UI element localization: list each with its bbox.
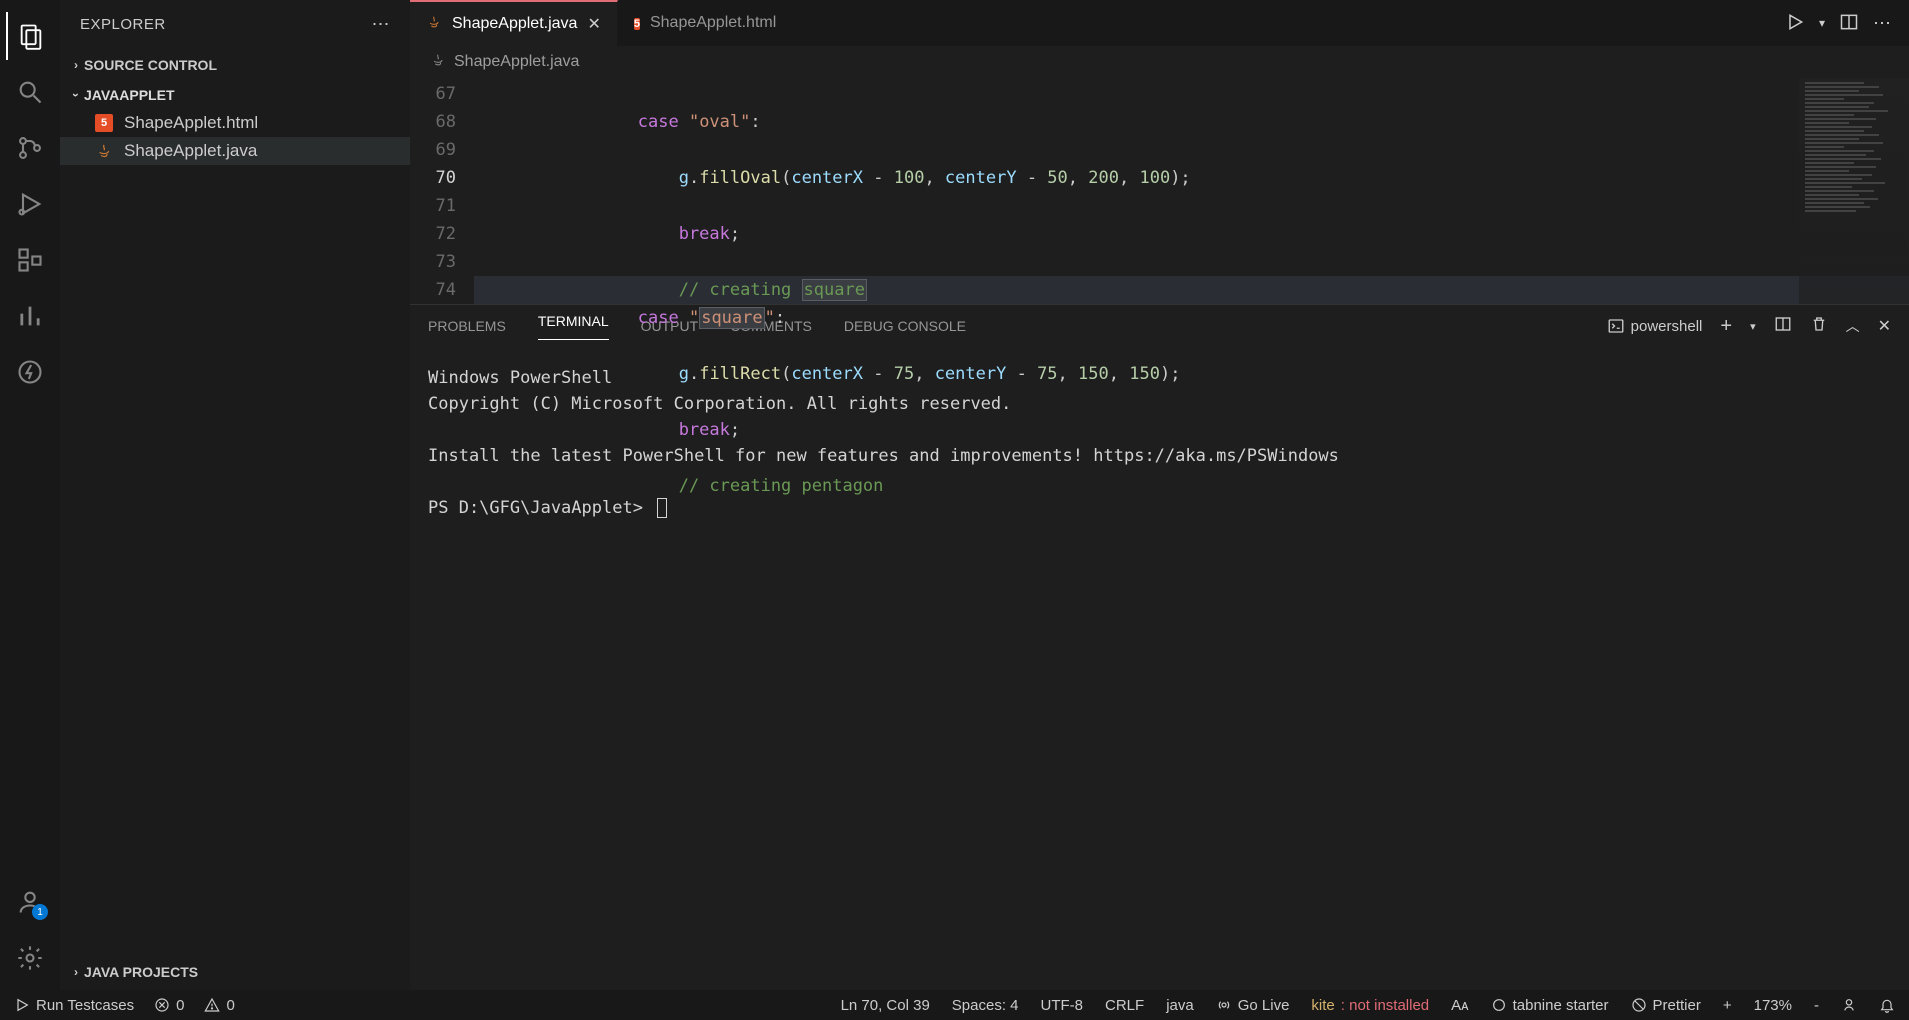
gutter: 67 68 69 70 71 72 73 74: [410, 78, 474, 304]
split-editor-icon[interactable]: [1839, 12, 1859, 35]
extensions-icon[interactable]: [6, 236, 54, 284]
chevron-down-icon: ›: [69, 93, 83, 97]
zoom-in[interactable]: +: [1723, 997, 1732, 1014]
explorer-more-icon[interactable]: ⋯: [372, 14, 391, 35]
activity-bar: 1: [0, 0, 60, 990]
tab-label: ShapeApplet.java: [452, 15, 577, 33]
kite-status[interactable]: kite: not installed: [1311, 997, 1429, 1014]
tab-shapeapplet-java[interactable]: ShapeApplet.java ✕: [410, 0, 618, 46]
accounts-icon[interactable]: 1: [6, 878, 54, 926]
minimap[interactable]: [1799, 78, 1909, 304]
html5-icon: 5: [634, 14, 640, 33]
java-icon: [426, 14, 442, 35]
chevron-right-icon: ›: [74, 965, 78, 979]
java-icon: [94, 141, 114, 161]
folder-row[interactable]: › JAVAAPPLET: [60, 81, 410, 109]
java-icon: [430, 52, 446, 73]
source-control-section[interactable]: › SOURCE CONTROL: [60, 49, 410, 81]
tabnine-status[interactable]: tabnine starter: [1491, 997, 1609, 1014]
graph-icon[interactable]: [6, 292, 54, 340]
encoding[interactable]: UTF-8: [1041, 997, 1084, 1014]
html5-icon: 5: [94, 113, 114, 133]
breadcrumb[interactable]: ShapeApplet.java: [410, 46, 1909, 78]
zoom-level[interactable]: 173%: [1754, 997, 1792, 1014]
close-icon[interactable]: ✕: [587, 14, 600, 34]
eol[interactable]: CRLF: [1105, 997, 1144, 1014]
file-name: ShapeApplet.html: [124, 113, 258, 133]
font-size-indicator[interactable]: Aᴀ: [1451, 997, 1468, 1014]
folder-name: JAVAAPPLET: [84, 87, 175, 103]
status-bar: Run Testcases 0 0 Ln 70, Col 39 Spaces: …: [0, 990, 1909, 1020]
indentation[interactable]: Spaces: 4: [952, 997, 1019, 1014]
code-content[interactable]: case "oval": g.fillOval(centerX - 100, c…: [474, 78, 1909, 304]
tab-shapeapplet-html[interactable]: 5 ShapeApplet.html: [618, 0, 793, 46]
java-projects-section[interactable]: › JAVA PROJECTS: [60, 954, 410, 990]
zoom-out[interactable]: -: [1814, 997, 1819, 1014]
editor-area: ShapeApplet.java ✕ 5 ShapeApplet.html ▾ …: [410, 0, 1909, 990]
chevron-down-icon[interactable]: ▾: [1819, 16, 1825, 30]
tab-actions: ▾ ⋯: [1785, 0, 1909, 46]
feedback-icon[interactable]: [1841, 997, 1857, 1013]
explorer-sidebar: EXPLORER ⋯ › SOURCE CONTROL › JAVAAPPLET…: [60, 0, 410, 990]
more-icon[interactable]: ⋯: [1873, 13, 1891, 34]
search-icon[interactable]: [6, 68, 54, 116]
cursor-position[interactable]: Ln 70, Col 39: [841, 997, 930, 1014]
file-item-html[interactable]: 5 ShapeApplet.html: [60, 109, 410, 137]
tab-label: ShapeApplet.html: [650, 14, 776, 32]
code-editor[interactable]: 67 68 69 70 71 72 73 74 case "oval": g.f…: [410, 78, 1909, 304]
go-live[interactable]: Go Live: [1216, 997, 1290, 1014]
warnings-count[interactable]: 0: [204, 997, 234, 1014]
explorer-icon[interactable]: [6, 12, 54, 60]
run-testcases[interactable]: Run Testcases: [14, 997, 134, 1014]
thunder-icon[interactable]: [6, 348, 54, 396]
file-name: ShapeApplet.java: [124, 141, 257, 161]
file-item-java[interactable]: ShapeApplet.java: [60, 137, 410, 165]
explorer-title: EXPLORER: [80, 16, 166, 33]
java-projects-label: JAVA PROJECTS: [84, 964, 198, 980]
source-control-label: SOURCE CONTROL: [84, 57, 217, 73]
source-control-icon[interactable]: [6, 124, 54, 172]
prettier-status[interactable]: Prettier: [1631, 997, 1701, 1014]
errors-count[interactable]: 0: [154, 997, 184, 1014]
run-icon[interactable]: [1785, 12, 1805, 35]
accounts-badge: 1: [32, 904, 48, 920]
breadcrumb-file: ShapeApplet.java: [454, 53, 579, 71]
language-mode[interactable]: java: [1166, 997, 1194, 1014]
run-debug-icon[interactable]: [6, 180, 54, 228]
bell-icon[interactable]: [1879, 997, 1895, 1013]
chevron-right-icon: ›: [74, 58, 78, 72]
editor-tabs: ShapeApplet.java ✕ 5 ShapeApplet.html ▾ …: [410, 0, 1909, 46]
gear-icon[interactable]: [6, 934, 54, 982]
